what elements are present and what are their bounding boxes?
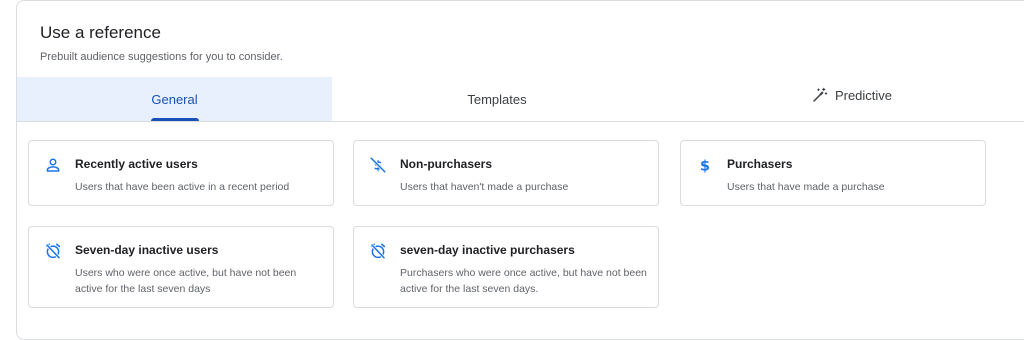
card-purchasers[interactable]: $ Purchasers Users that have made a purc…: [680, 140, 986, 206]
active-tab-indicator: [150, 118, 199, 121]
tab-general[interactable]: General: [17, 77, 332, 121]
card-title: Recently active users: [75, 157, 198, 171]
card-non-purchasers[interactable]: $ Non-purchasers Users that haven't made…: [353, 140, 659, 206]
tab-templates-label: Templates: [467, 91, 527, 107]
panel-subtitle: Prebuilt audience suggestions for you to…: [40, 51, 283, 63]
svg-text:$: $: [700, 158, 710, 174]
card-description: Users that haven't made a purchase: [400, 181, 569, 193]
magic-wand-icon: [811, 86, 829, 104]
card-title: Seven-day inactive users: [75, 243, 219, 257]
tab-templates[interactable]: Templates: [332, 77, 662, 121]
card-seven-day-inactive-purchasers[interactable]: seven-day inactive purchasers Purchasers…: [353, 226, 659, 308]
tab-predictive-label: Predictive: [834, 87, 893, 103]
card-recently-active-users[interactable]: Recently active users Users that have be…: [28, 140, 334, 206]
alarm-off-icon: [369, 242, 387, 260]
card-title: Purchasers: [727, 157, 793, 171]
card-title: Non-purchasers: [400, 157, 493, 171]
person-icon: [44, 156, 62, 174]
card-seven-day-inactive-users[interactable]: Seven-day inactive users Users who were …: [28, 226, 334, 308]
card-description: Users that have made a purchase: [727, 181, 885, 193]
card-description: Purchasers who were once active, but hav…: [400, 267, 647, 295]
tab-general-label: General: [151, 91, 198, 107]
alarm-off-icon: [44, 242, 62, 260]
dollar-icon: $: [696, 156, 714, 174]
card-description: Users that have been active in a recent …: [75, 181, 290, 193]
money-off-icon: $: [369, 156, 387, 174]
tab-bar: General Templates Predictive: [17, 77, 1024, 122]
tab-predictive[interactable]: Predictive: [662, 77, 1024, 121]
panel-title: Use a reference: [40, 23, 161, 42]
card-title: seven-day inactive purchasers: [400, 243, 575, 257]
card-description: Users who were once active, but have not…: [75, 267, 297, 295]
